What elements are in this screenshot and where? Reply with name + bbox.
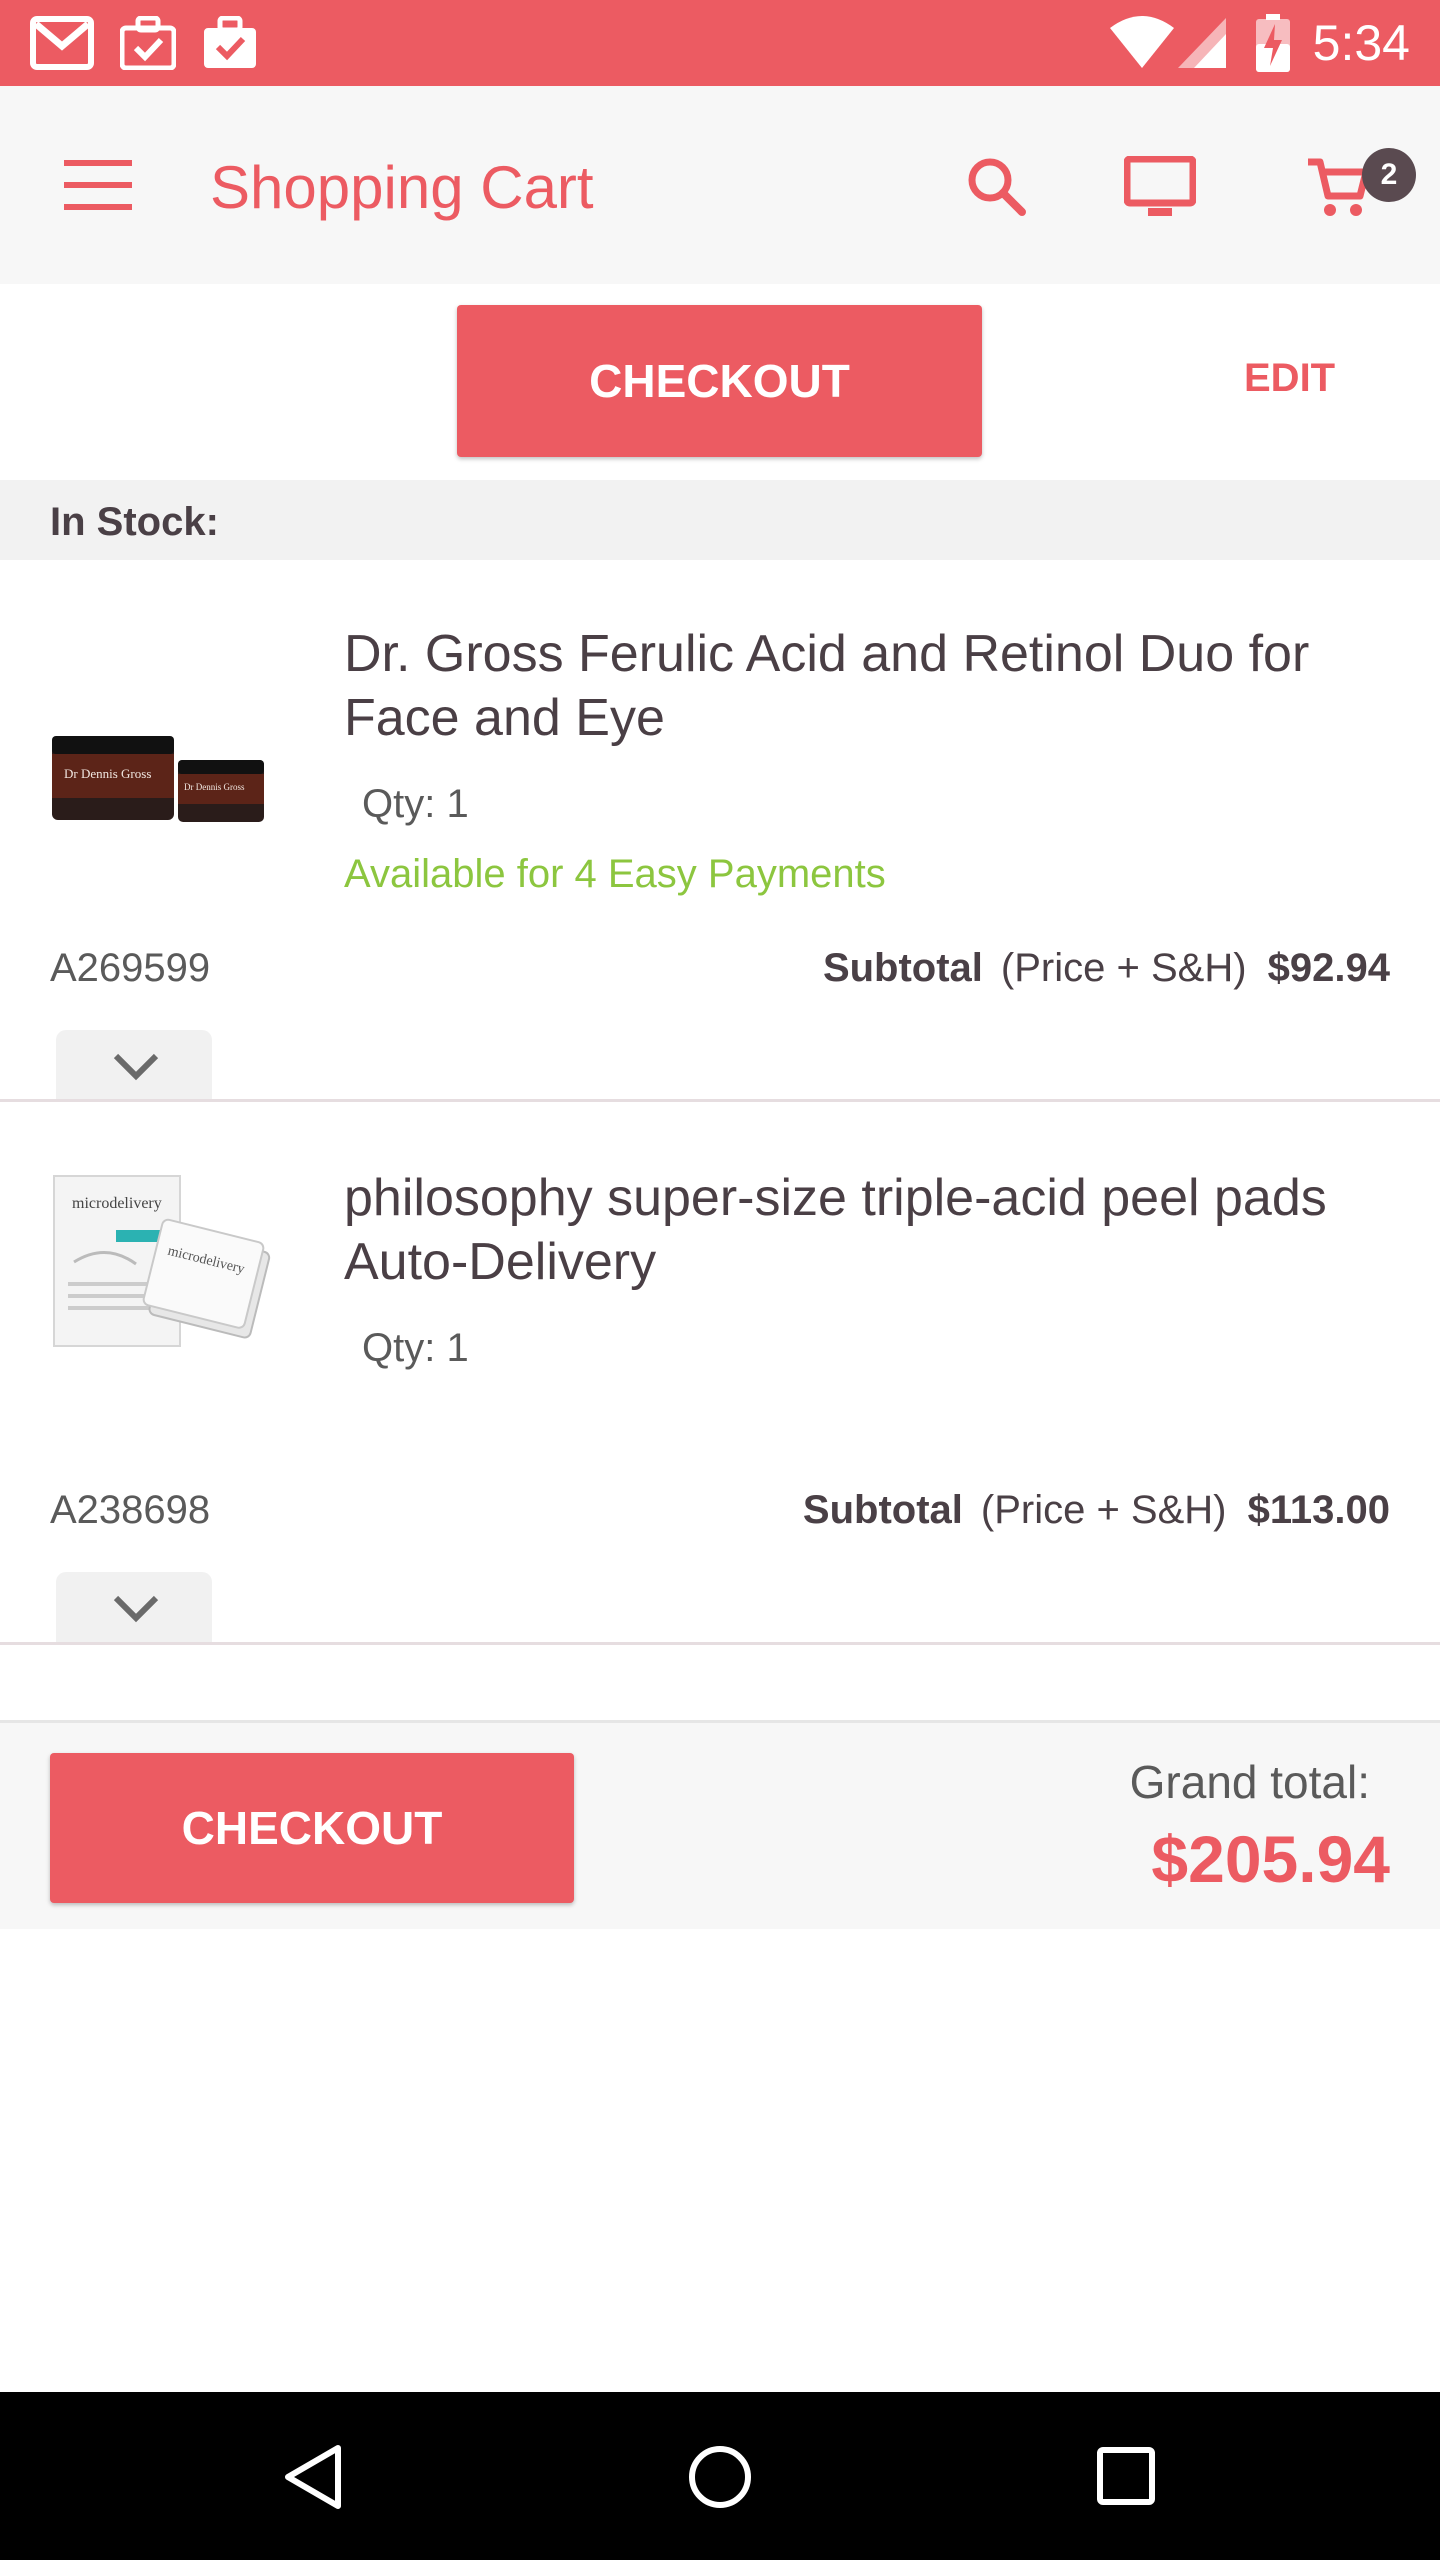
product-image-text-1: Dr Dennis Gross [64,766,151,781]
cart-count-badge: 2 [1362,148,1416,202]
cart-icon[interactable] [1306,156,1370,220]
signal-icon [1178,18,1226,68]
status-bar: 5:34 [0,0,1440,86]
product-image-philosophy[interactable]: microdelivery microdelivery [50,1172,276,1352]
cart-item-2: microdelivery microdelivery philosophy s… [0,1102,1440,1644]
grand-total-value: $205.94 [1151,1822,1390,1896]
checkout-button-bottom[interactable]: CHECKOUT [50,1753,574,1903]
checkout-button-top[interactable]: CHECKOUT [457,305,982,457]
subtotal-label: Subtotal [822,946,983,990]
page-title: Shopping Cart [210,154,594,221]
item-qty: Qty: 1 [362,782,469,826]
checkout-footer: CHECKOUT Grand total: $205.94 [0,1720,1440,1929]
search-icon[interactable] [966,156,1026,216]
briefcase-check-icon-2 [204,16,256,68]
briefcase-check-icon [120,16,176,70]
item-sku: A238698 [50,1488,211,1532]
expand-item-toggle[interactable] [56,1572,212,1644]
product-image-text-2: Dr Dennis Gross [184,782,245,792]
navigation-bar [0,2392,1440,2560]
item-title[interactable]: Dr. Gross Ferulic Acid and Retinol Duo f… [344,622,1404,750]
in-stock-header: In Stock: [0,480,1440,560]
expand-item-toggle[interactable] [56,1030,212,1102]
tv-icon[interactable] [1124,156,1196,218]
subtotal-note: (Price + S&H) [980,1488,1227,1532]
item-sku: A269599 [50,946,211,990]
item-qty: Qty: 1 [362,1326,469,1370]
item-title[interactable]: philosophy super-size triple-acid peel p… [344,1166,1404,1294]
product-image-dr-gross[interactable]: Dr Dennis Gross Dr Dennis Gross [50,718,266,828]
wifi-icon [1110,16,1174,68]
grand-total-label: Grand total: [1129,1756,1370,1808]
menu-icon[interactable] [64,160,132,210]
app-bar: Shopping Cart 2 [0,86,1440,284]
subtotal-note: (Price + S&H) [1000,946,1247,990]
subtotal-value: $113.00 [1247,1488,1390,1532]
chevron-down-icon [113,1595,159,1623]
chevron-down-icon [113,1053,159,1081]
edit-button[interactable]: EDIT [1244,356,1335,401]
subtotal-value: $92.94 [1267,946,1390,990]
status-time: 5:34 [1312,15,1410,71]
cart-item-1: Dr Dennis Gross Dr Dennis Gross Dr. Gros… [0,560,1440,1102]
subtotal-label: Subtotal [802,1488,963,1532]
item-divider [0,1642,1440,1645]
home-icon[interactable] [687,2444,753,2510]
easy-payments-text: Available for 4 Easy Payments [344,852,886,896]
product-image-text-3: microdelivery [72,1195,162,1212]
back-icon[interactable] [282,2444,344,2510]
gmail-icon [30,16,94,70]
battery-icon [1256,14,1290,72]
item-subtotal: Subtotal (Price + S&H) $92.94 [823,946,1390,991]
recent-apps-icon[interactable] [1096,2446,1156,2506]
in-stock-label: In Stock: [50,500,219,544]
item-subtotal: Subtotal (Price + S&H) $113.00 [803,1488,1390,1533]
